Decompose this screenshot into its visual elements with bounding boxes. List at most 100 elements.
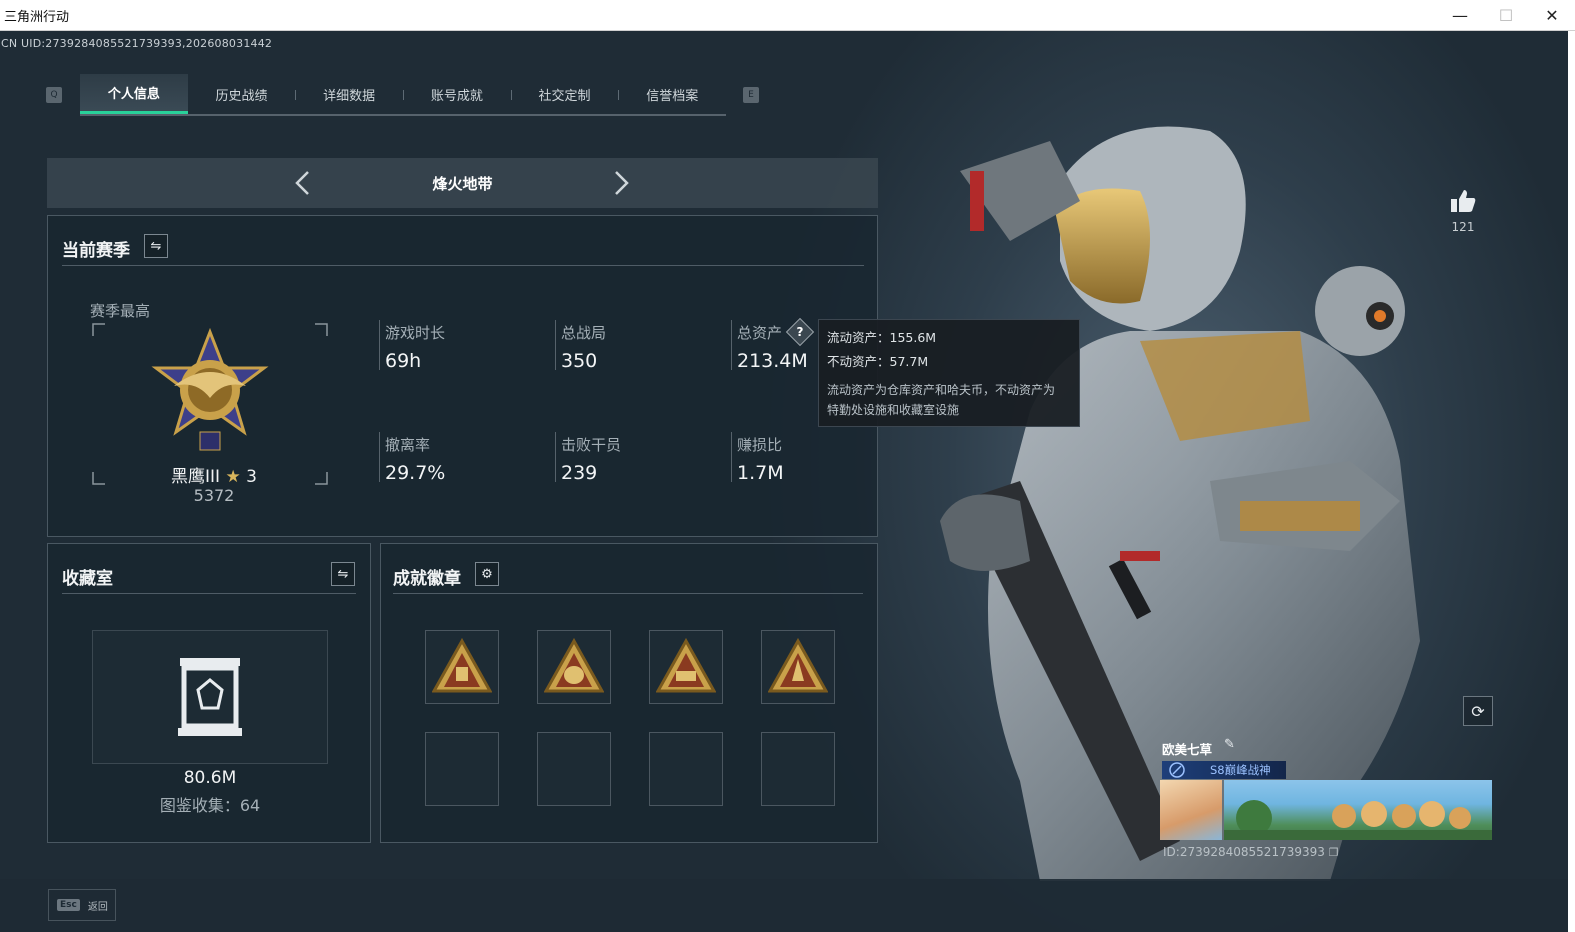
- minimize-button[interactable]: —: [1437, 0, 1483, 31]
- stat-value-total-matches: 350: [561, 350, 598, 372]
- maximize-button[interactable]: ☐: [1483, 0, 1529, 31]
- achievement-badge-empty-slot[interactable]: [537, 732, 611, 806]
- player-banner: [1224, 780, 1492, 840]
- tab-next-key-e[interactable]: E: [743, 87, 759, 103]
- assets-tooltip: 流动资产：155.6M 不动资产：57.7M 流动资产为仓库资产和哈夫币，不动资…: [818, 319, 1080, 427]
- stat-label-total-assets: 总资产: [737, 324, 783, 342]
- swap-icon: ⇋: [150, 238, 162, 254]
- title-emblem-icon: [1169, 762, 1185, 778]
- window-edge: [1568, 31, 1575, 932]
- tab-detailed-data[interactable]: 详细数据: [295, 74, 403, 114]
- game-viewport: CN UID:2739284085521739393,202608031442: [0, 31, 1568, 932]
- close-button[interactable]: ✕: [1529, 0, 1575, 31]
- back-label: 返回: [87, 901, 108, 913]
- player-avatar[interactable]: [1160, 780, 1222, 840]
- stat-label-playtime: 游戏时长: [385, 324, 446, 342]
- mode-next-button[interactable]: [609, 170, 633, 196]
- stat-divider: [731, 320, 732, 370]
- stat-value-operators-defeated: 239: [561, 462, 598, 484]
- achievement-badge-empty-slot[interactable]: [761, 732, 835, 806]
- stat-label-profit-ratio: 赚损比: [737, 436, 783, 454]
- tab-social-customize[interactable]: 社交定制: [510, 74, 619, 114]
- season-divider: [62, 265, 864, 266]
- player-name: 欧美七草: [1162, 742, 1213, 757]
- stat-label-operators-defeated: 击败干员: [561, 436, 622, 454]
- season-panel: 当前赛季 ⇋ 赛季最高 黑鹰III ★ 3 5372 游戏时长 69h 总战局 …: [47, 215, 878, 537]
- achievement-badge-slot[interactable]: [537, 630, 611, 704]
- achievement-badge-slot[interactable]: [425, 630, 499, 704]
- star-icon: ★: [225, 467, 241, 487]
- tab-account-achievements[interactable]: 账号成就: [403, 74, 511, 114]
- rank-emblem-icon: [151, 328, 269, 451]
- mode-selector: 烽火地带: [47, 158, 878, 208]
- back-button[interactable]: Esc 返回: [48, 889, 116, 921]
- stat-value-extraction-rate: 29.7%: [385, 462, 446, 484]
- stat-divider: [731, 432, 732, 482]
- tooltip-desc-line1: 流动资产为仓库资产和哈夫币，不动资产为: [827, 383, 1056, 397]
- stat-divider: [379, 432, 380, 482]
- player-id-text: ID:2739284085521739393: [1163, 845, 1325, 859]
- refresh-icon: ⟳: [1471, 701, 1485, 721]
- tab-personal-info[interactable]: 个人信息: [80, 74, 188, 114]
- banner-art: [1224, 800, 1492, 840]
- stat-value-profit-ratio: 1.7M: [737, 462, 784, 484]
- achievement-badge-empty-slot[interactable]: [425, 732, 499, 806]
- achievement-badge-icon: [656, 637, 716, 693]
- gear-icon: ⚙: [481, 566, 493, 582]
- achievements-title: 成就徽章: [393, 569, 461, 589]
- achievement-badge-icon: [768, 637, 828, 693]
- achievements-settings-button[interactable]: ⚙: [475, 562, 499, 586]
- tab-credit-record[interactable]: 信誉档案: [618, 74, 726, 114]
- like-count: 121: [1451, 220, 1475, 234]
- season-best-label: 赛季最高: [90, 302, 151, 320]
- season-switch-button[interactable]: ⇋: [144, 234, 168, 258]
- collection-divider: [62, 593, 356, 594]
- refresh-button[interactable]: ⟳: [1463, 696, 1493, 726]
- tooltip-fixed-assets: 不动资产：57.7M: [827, 354, 929, 369]
- tooltip-liquid-assets: 流动资产：155.6M: [827, 330, 937, 345]
- like-button[interactable]: 121: [1448, 188, 1478, 234]
- achievement-badge-icon: [432, 637, 492, 693]
- tooltip-desc-line2: 特勤处设施和收藏室设施: [827, 403, 960, 417]
- esc-key-hint: Esc: [57, 899, 80, 911]
- uid-line: CN UID:2739284085521739393,202608031442: [1, 37, 273, 50]
- player-title-text: S8巅峰战神: [1210, 763, 1271, 777]
- mode-name: 烽火地带: [432, 174, 493, 193]
- collection-panel: 收藏室 ⇋ 80.6M 图鉴收集：64: [47, 543, 371, 843]
- tab-match-history[interactable]: 历史战绩: [188, 74, 296, 114]
- player-namecard[interactable]: 欧美七草 ✎ S8巅峰战神: [1158, 735, 1492, 841]
- rank-name-row: 黑鹰III ★ 3: [156, 462, 272, 487]
- stat-divider: [555, 432, 556, 482]
- chevron-left-icon: [295, 171, 309, 195]
- stat-value-total-assets: 213.4M: [737, 350, 808, 372]
- collection-codex-count: 图鉴收集：64: [159, 796, 261, 815]
- stat-label-extraction-rate: 撤离率: [385, 436, 431, 454]
- bottom-bar: [0, 879, 1568, 932]
- rank-star-count: 3: [246, 467, 257, 487]
- achievements-divider: [393, 593, 863, 594]
- stat-value-playtime: 69h: [385, 350, 422, 372]
- achievement-badge-slot[interactable]: [649, 630, 723, 704]
- collection-value: 80.6M: [183, 768, 237, 788]
- tab-prev-key-q[interactable]: Q: [46, 87, 62, 103]
- thumbs-up-icon: [1451, 190, 1476, 212]
- achievement-badge-empty-slot[interactable]: [649, 732, 723, 806]
- player-id: ID:2739284085521739393 ❐: [1163, 845, 1339, 859]
- stat-divider: [379, 320, 380, 370]
- rank-name: 黑鹰III: [171, 467, 221, 487]
- chevron-right-icon: [615, 171, 629, 195]
- swap-icon: ⇋: [337, 566, 349, 582]
- window-titlebar: 三角洲行动 — ☐ ✕: [0, 0, 1575, 31]
- collection-switch-button[interactable]: ⇋: [331, 562, 355, 586]
- achievements-panel: 成就徽章 ⚙: [380, 543, 878, 843]
- achievement-badge-icon: [544, 637, 604, 693]
- display-case-icon: [178, 658, 242, 736]
- mode-prev-button[interactable]: [291, 170, 315, 196]
- rank-points: 5372: [193, 486, 235, 505]
- profile-tabs: 个人信息 历史战绩 详细数据 账号成就 社交定制 信誉档案: [80, 74, 726, 116]
- edit-pencil-icon[interactable]: ✎: [1224, 737, 1235, 752]
- season-title: 当前赛季: [62, 241, 130, 261]
- achievement-badge-slot[interactable]: [761, 630, 835, 704]
- copy-icon[interactable]: ❐: [1329, 846, 1339, 859]
- stat-divider: [555, 320, 556, 370]
